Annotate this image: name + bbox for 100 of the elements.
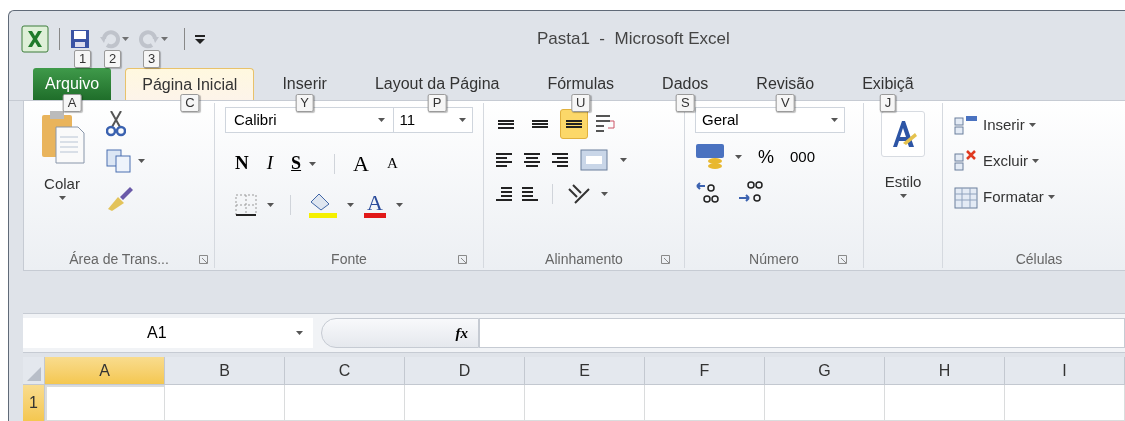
dropdown-caret-icon xyxy=(58,195,66,200)
dropdown-caret-icon xyxy=(347,203,354,207)
save-icon xyxy=(70,29,90,49)
dropdown-caret-icon xyxy=(377,118,385,122)
grid-cell[interactable] xyxy=(765,385,885,421)
column-header[interactable]: F xyxy=(645,357,765,385)
column-header[interactable]: B xyxy=(165,357,285,385)
spreadsheet-app-icon xyxy=(21,25,49,53)
font-size-field[interactable]: 11 xyxy=(393,107,473,133)
vertical-align-button[interactable] xyxy=(560,109,588,139)
dropdown-caret-icon xyxy=(601,192,608,196)
borders-icon[interactable] xyxy=(235,194,257,216)
keytip: S xyxy=(675,94,695,112)
dropdown-caret-icon xyxy=(395,203,403,207)
dropdown-caret-icon xyxy=(1047,195,1055,199)
formula-input[interactable] xyxy=(479,318,1125,348)
wrap-text-icon[interactable] xyxy=(594,114,616,134)
text-orientation-icon[interactable] xyxy=(567,183,591,205)
quick-access-button[interactable] xyxy=(70,29,90,49)
grid-cell[interactable] xyxy=(45,385,165,421)
dialog-launcher-icon[interactable] xyxy=(199,254,208,264)
cells-command-button[interactable]: Inserir xyxy=(953,107,1125,143)
align-right-icon xyxy=(552,153,568,167)
column-header[interactable]: C xyxy=(285,357,405,385)
dropdown-caret-icon xyxy=(1028,123,1036,127)
italic-button[interactable]: I xyxy=(266,149,274,178)
grid-cell[interactable] xyxy=(645,385,765,421)
align-lines-icon xyxy=(532,120,548,128)
cells-command-button[interactable]: Excluir xyxy=(953,143,1125,179)
font-color-button[interactable]: A xyxy=(364,192,386,218)
group-label: Alinhamento xyxy=(545,249,623,269)
grid-cell[interactable] xyxy=(285,385,405,421)
currency-icon[interactable] xyxy=(695,143,725,171)
increase-indent-icon xyxy=(522,187,538,201)
keytip: C xyxy=(180,94,200,112)
keytip: 3 xyxy=(143,50,161,68)
column-header[interactable]: H xyxy=(885,357,1005,385)
grid-cell[interactable] xyxy=(1005,385,1125,421)
merge-cells-icon[interactable] xyxy=(580,149,608,171)
decrease-decimal-icon[interactable] xyxy=(737,179,765,205)
calendar-grid-icon xyxy=(953,184,979,210)
dropdown-caret-icon xyxy=(620,158,627,162)
percent-button[interactable]: % xyxy=(758,143,774,171)
grow-font-button[interactable]: A xyxy=(353,147,369,180)
cells-command-button[interactable]: Formatar xyxy=(953,179,1125,215)
dropdown-caret-icon xyxy=(161,37,168,41)
copy-icon[interactable] xyxy=(106,149,134,173)
corner-triangle-icon xyxy=(27,367,41,381)
column-header[interactable]: A xyxy=(45,357,165,385)
paintbrush-icon[interactable] xyxy=(106,185,134,211)
align-lines-icon xyxy=(498,119,514,129)
dropdown-caret-icon xyxy=(138,159,145,163)
keytip: U xyxy=(571,94,591,112)
grid-cell[interactable] xyxy=(405,385,525,421)
keytip: P xyxy=(427,94,447,112)
group-label: Fonte xyxy=(331,249,367,269)
grid-cell[interactable] xyxy=(165,385,285,421)
dropdown-caret-icon xyxy=(459,118,466,122)
column-header[interactable]: E xyxy=(525,357,645,385)
grid-cell[interactable] xyxy=(525,385,645,421)
dropdown-caret-icon xyxy=(309,161,317,166)
group-label: Área de Trans... xyxy=(69,249,169,269)
undo-icon xyxy=(100,29,120,49)
keytip: 1 xyxy=(74,50,92,68)
dropdown-caret-icon xyxy=(122,37,129,41)
underline-button[interactable]: S xyxy=(291,150,317,177)
row-header[interactable]: 1 xyxy=(23,385,45,421)
font-name-field[interactable]: Calibri xyxy=(225,107,394,133)
dropdown-caret-icon xyxy=(899,193,907,198)
keytip: A xyxy=(62,94,82,112)
bold-button[interactable]: N xyxy=(235,149,249,178)
dropdown-caret-icon xyxy=(1032,159,1039,163)
group-label: Número xyxy=(749,249,799,269)
align-left-icon xyxy=(496,153,512,167)
column-header[interactable]: D xyxy=(405,357,525,385)
dialog-launcher-icon[interactable] xyxy=(661,254,670,264)
customize-toolbar-icon[interactable] xyxy=(195,34,205,44)
redo-icon xyxy=(139,29,159,49)
dialog-launcher-icon[interactable] xyxy=(458,254,467,264)
column-header[interactable]: I xyxy=(1005,357,1125,385)
dropdown-caret-icon xyxy=(735,155,742,159)
name-box[interactable]: A1 xyxy=(23,318,313,348)
insert-function-button[interactable]: fx xyxy=(455,321,468,345)
decrease-indent-icon xyxy=(496,187,512,201)
thousands-separator-button[interactable]: 000 xyxy=(790,145,816,169)
keytip: J xyxy=(879,94,897,112)
keytip: V xyxy=(775,94,795,112)
shrink-font-button[interactable]: A xyxy=(386,152,398,175)
window-title: Pasta1 - Microsoft Excel xyxy=(537,28,730,51)
paste-button[interactable]: Colar xyxy=(38,109,86,211)
keytip: Y xyxy=(295,94,314,112)
number-format-field[interactable]: Geral xyxy=(695,107,845,133)
column-header[interactable]: G xyxy=(765,357,885,385)
fill-bucket-icon[interactable] xyxy=(307,192,337,218)
scissors-icon[interactable] xyxy=(106,111,126,137)
align-center-icon xyxy=(524,153,540,167)
dropdown-caret-icon xyxy=(267,203,274,207)
grid-cell[interactable] xyxy=(885,385,1005,421)
dialog-launcher-icon[interactable] xyxy=(838,254,847,264)
keytip: 2 xyxy=(104,50,122,68)
